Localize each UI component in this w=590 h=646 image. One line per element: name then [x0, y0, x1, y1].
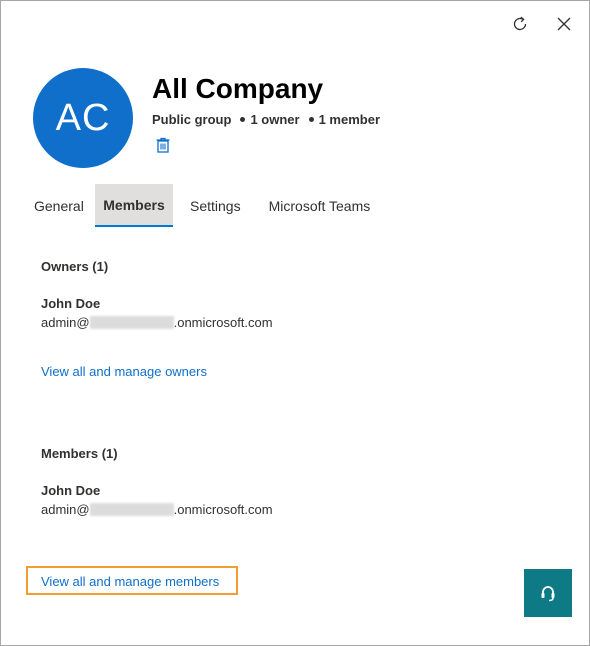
members-section: Members (1) John Doe admin@ .onmicrosoft.…: [41, 446, 281, 519]
group-details-panel: AC All Company Public group 1 owner 1 me…: [0, 0, 590, 646]
owners-section: Owners (1) John Doe admin@ .onmicrosoft.c…: [41, 259, 281, 379]
owner-count: 1 owner: [250, 112, 300, 127]
owner-email: admin@ .onmicrosoft.com: [41, 313, 281, 332]
owner-email-suffix: .onmicrosoft.com: [173, 315, 273, 330]
group-avatar: AC: [33, 68, 133, 168]
member-email-prefix: admin@: [41, 502, 90, 517]
tab-general[interactable]: General: [25, 184, 91, 227]
view-manage-owners-link[interactable]: View all and manage owners: [41, 364, 207, 379]
owner-email-prefix: admin@: [41, 315, 90, 330]
member-email: admin@ .onmicrosoft.com: [41, 500, 281, 519]
panel-toolbar: [509, 13, 575, 35]
group-title: All Company: [152, 73, 324, 104]
tab-microsoft-teams[interactable]: Microsoft Teams: [260, 184, 380, 227]
tab-bar: General Members Settings Microsoft Teams: [25, 184, 383, 227]
separator-dot: [240, 117, 246, 122]
group-type: Public group: [152, 112, 232, 127]
separator-dot: [308, 117, 314, 122]
help-agent-button[interactable]: [524, 569, 572, 617]
tab-settings[interactable]: Settings: [181, 184, 250, 227]
owner-name: John Doe: [41, 296, 101, 311]
refresh-icon[interactable]: [509, 13, 531, 35]
redacted-text: [89, 503, 174, 516]
close-icon[interactable]: [553, 13, 575, 35]
group-header: AC All Company Public group 1 owner 1 me…: [33, 68, 380, 168]
member-name: John Doe: [41, 483, 101, 498]
member-email-suffix: .onmicrosoft.com: [173, 502, 273, 517]
redacted-text: [89, 316, 174, 329]
member-count: 1 member: [318, 112, 380, 127]
members-heading: Members (1): [41, 446, 118, 461]
group-header-info: All Company Public group 1 owner 1 membe…: [152, 68, 380, 168]
tab-members[interactable]: Members: [95, 184, 173, 227]
owners-heading: Owners (1): [41, 259, 109, 274]
trash-icon[interactable]: [154, 136, 172, 154]
group-meta: Public group 1 owner 1 member: [152, 112, 380, 127]
help-agent-icon: [541, 586, 555, 602]
view-manage-members-link[interactable]: View all and manage members: [41, 574, 219, 589]
